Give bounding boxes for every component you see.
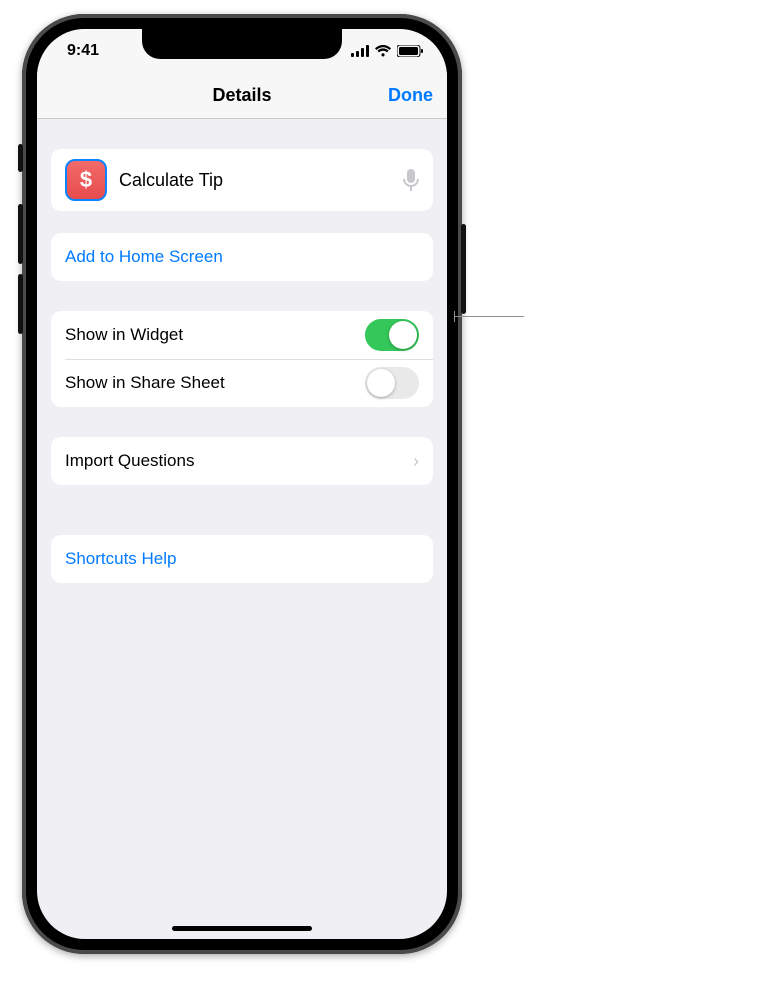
- show-in-widget-label: Show in Widget: [65, 325, 183, 345]
- name-group: $ Calculate Tip: [51, 149, 433, 211]
- add-to-home-button[interactable]: Add to Home Screen: [51, 233, 433, 281]
- power-button: [461, 224, 466, 314]
- nav-title: Details: [212, 85, 271, 106]
- help-group: Shortcuts Help: [51, 535, 433, 583]
- notch: [142, 29, 342, 59]
- dollar-icon: $: [80, 167, 92, 193]
- show-in-widget-row: Show in Widget: [51, 311, 433, 359]
- microphone-icon[interactable]: [403, 169, 419, 191]
- status-time: 9:41: [67, 42, 99, 60]
- cellular-icon: [351, 45, 369, 57]
- show-in-share-toggle[interactable]: [365, 367, 419, 399]
- volume-down: [18, 274, 23, 334]
- content: $ Calculate Tip Add to Home Screen Show …: [37, 149, 447, 583]
- nav-bar: Details Done: [37, 73, 447, 119]
- mute-switch: [18, 144, 23, 172]
- show-in-widget-toggle[interactable]: [365, 319, 419, 351]
- show-in-share-row: Show in Share Sheet: [51, 359, 433, 407]
- home-indicator[interactable]: [172, 926, 312, 931]
- screen: 9:41 Details Done $ Calculate Tip: [37, 29, 447, 939]
- shortcut-name: Calculate Tip: [119, 170, 223, 191]
- volume-up: [18, 204, 23, 264]
- show-in-share-label: Show in Share Sheet: [65, 373, 225, 393]
- callout-line: [454, 316, 524, 317]
- add-to-home-label: Add to Home Screen: [65, 247, 223, 267]
- shortcut-name-row[interactable]: $ Calculate Tip: [51, 149, 433, 211]
- add-home-group: Add to Home Screen: [51, 233, 433, 281]
- import-questions-label: Import Questions: [65, 451, 194, 471]
- shortcuts-help-button[interactable]: Shortcuts Help: [51, 535, 433, 583]
- chevron-right-icon: ›: [413, 451, 419, 472]
- battery-icon: [397, 45, 423, 57]
- shortcuts-help-label: Shortcuts Help: [65, 549, 177, 569]
- status-right: [351, 45, 423, 57]
- wifi-icon: [374, 45, 392, 57]
- shortcut-icon[interactable]: $: [65, 159, 107, 201]
- import-group: Import Questions ›: [51, 437, 433, 485]
- import-questions-row[interactable]: Import Questions ›: [51, 437, 433, 485]
- phone-frame: 9:41 Details Done $ Calculate Tip: [22, 14, 462, 954]
- toggles-group: Show in Widget Show in Share Sheet: [51, 311, 433, 407]
- done-button[interactable]: Done: [388, 85, 433, 106]
